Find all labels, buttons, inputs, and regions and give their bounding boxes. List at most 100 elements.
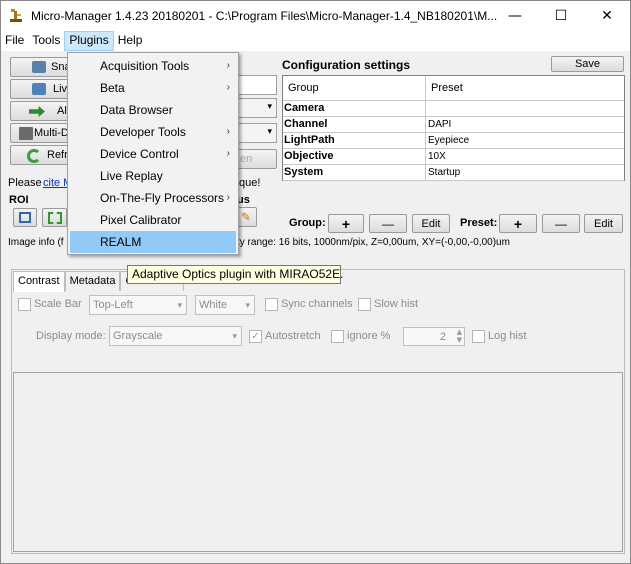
chevron-down-icon: ▾ xyxy=(267,102,272,112)
menu-tools[interactable]: Tools xyxy=(28,31,64,51)
spinner-arrows-icon[interactable]: ▲ ▼ xyxy=(457,328,462,344)
group-cell: Camera xyxy=(283,101,426,116)
preset-cell[interactable]: Startup xyxy=(426,165,624,180)
preset-add-button[interactable]: + xyxy=(499,214,537,233)
color-value: White xyxy=(199,299,228,311)
slow-hist-checkbox[interactable] xyxy=(358,298,371,311)
menu-item-acquisition-tools[interactable]: Acquisition Tools › xyxy=(70,55,236,77)
table-row[interactable]: Channel DAPI xyxy=(283,117,624,133)
table-row[interactable]: Objective 10X xyxy=(283,149,624,165)
binning-select[interactable]: ▾ xyxy=(237,98,277,118)
tab-contrast[interactable]: Contrast xyxy=(13,271,65,292)
scale-bar-color-select[interactable]: White ▾ xyxy=(195,295,255,315)
chevron-right-icon: › xyxy=(226,60,230,71)
close-button[interactable]: ✕ xyxy=(584,1,630,31)
scale-bar-checkbox[interactable] xyxy=(18,298,31,311)
log-hist-label: Log hist xyxy=(488,330,527,342)
menu-item-developer-tools[interactable]: Developer Tools › xyxy=(70,121,236,143)
display-mode-value: Grayscale xyxy=(113,330,163,342)
menu-help[interactable]: Help xyxy=(114,31,147,51)
shutter-select[interactable]: ▾ xyxy=(237,123,277,143)
config-table-header: Group Preset xyxy=(283,76,624,101)
album-button[interactable]: Al xyxy=(10,101,70,121)
column-header-preset[interactable]: Preset xyxy=(426,76,624,100)
menu-item-label: Device Control xyxy=(100,147,179,161)
menu-bar: File Tools Plugins Help xyxy=(1,31,630,51)
camera-icon xyxy=(32,61,46,73)
preset-cell[interactable]: Eyepiece xyxy=(426,133,624,148)
preset-edit-button[interactable]: Edit xyxy=(584,214,623,233)
multi-d-button[interactable]: Multi-D xyxy=(10,123,70,143)
menu-item-on-the-fly-processors[interactable]: On-The-Fly Processors › xyxy=(70,187,236,209)
table-row[interactable]: LightPath Eyepiece xyxy=(283,133,624,149)
image-range-info: ty range: 16 bits, 1000nm/pix, Z=0,00um,… xyxy=(237,237,510,248)
live-button[interactable]: Liv xyxy=(10,79,70,99)
group-edit-button[interactable]: Edit xyxy=(412,214,450,233)
sync-channels-checkbox[interactable] xyxy=(265,298,278,311)
chevron-down-icon: ▾ xyxy=(232,331,237,341)
preset-label: Preset: xyxy=(460,217,498,229)
autostretch-label: Autostretch xyxy=(265,330,321,342)
group-label: Group: xyxy=(289,217,326,229)
preset-cell[interactable]: DAPI xyxy=(426,117,624,132)
preset-cell[interactable]: 10X xyxy=(426,149,624,164)
open-button[interactable]: en xyxy=(237,149,277,169)
exposure-field[interactable] xyxy=(237,75,277,95)
menu-item-live-replay[interactable]: Live Replay xyxy=(70,165,236,187)
group-remove-button[interactable]: — xyxy=(369,214,407,233)
maximize-button[interactable]: ☐ xyxy=(538,1,584,31)
config-title: Configuration settings xyxy=(282,58,410,72)
menu-item-data-browser[interactable]: Data Browser xyxy=(70,99,236,121)
chevron-down-icon: ▾ xyxy=(267,127,272,137)
preset-remove-button[interactable]: — xyxy=(542,214,580,233)
menu-item-label: Data Browser xyxy=(100,103,173,117)
sync-channels-label: Sync channels xyxy=(281,298,353,310)
image-info-label: Image info (f xyxy=(8,237,64,248)
menu-item-device-control[interactable]: Device Control › xyxy=(70,143,236,165)
autostretch-checkbox[interactable]: ✓ xyxy=(249,330,262,343)
menu-file[interactable]: File xyxy=(1,31,28,51)
menu-item-label: REALM xyxy=(100,235,142,249)
column-header-group[interactable]: Group xyxy=(283,76,426,100)
roi-set-button[interactable] xyxy=(13,208,37,227)
preset-cell[interactable] xyxy=(426,101,624,116)
arrow-right-icon xyxy=(29,106,45,117)
group-add-button[interactable]: + xyxy=(328,214,364,233)
refresh-button[interactable]: Refr xyxy=(10,145,70,165)
multi-d-label: Multi-D xyxy=(34,127,69,139)
refresh-icon xyxy=(27,149,41,163)
wrench-icon: ✎ xyxy=(240,210,252,224)
ignore-percent-spinner[interactable]: 2 ▲ ▼ xyxy=(403,327,465,346)
menu-plugins[interactable]: Plugins xyxy=(64,31,114,51)
title-bar: Micro-Manager 1.4.23 20180201 - C:\Progr… xyxy=(1,1,630,31)
config-save-button[interactable]: Save xyxy=(551,56,624,72)
table-row[interactable]: System Startup xyxy=(283,165,624,181)
chevron-right-icon: › xyxy=(226,192,230,203)
ignore-percent-checkbox[interactable] xyxy=(331,330,344,343)
micro-manager-icon xyxy=(10,9,22,22)
chevron-down-icon: ▾ xyxy=(177,300,182,310)
main-window: Micro-Manager 1.4.23 20180201 - C:\Progr… xyxy=(0,0,631,564)
minimize-button[interactable]: — xyxy=(492,1,538,31)
display-mode-select[interactable]: Grayscale ▾ xyxy=(109,326,242,346)
film-icon xyxy=(19,127,33,140)
scale-bar-position-select[interactable]: Top-Left ▾ xyxy=(89,295,187,315)
roi-full-button[interactable] xyxy=(42,208,67,227)
menu-item-realm[interactable]: REALM xyxy=(70,231,236,253)
menu-item-label: Acquisition Tools xyxy=(100,59,190,73)
tab-metadata[interactable]: Metadata xyxy=(64,271,121,291)
plugins-menu: Acquisition Tools › Beta › Data Browser De… xyxy=(67,52,239,255)
roi-label: ROI xyxy=(9,194,29,206)
please-text: Please xyxy=(8,177,42,189)
window-title: Micro-Manager 1.4.23 20180201 - C:\Progr… xyxy=(31,9,498,23)
menu-item-pixel-calibrator[interactable]: Pixel Calibrator xyxy=(70,209,236,231)
chevron-right-icon: › xyxy=(226,82,230,93)
histogram-area xyxy=(13,372,623,552)
menu-item-label: Live Replay xyxy=(100,169,163,183)
menu-item-beta[interactable]: Beta › xyxy=(70,77,236,99)
snap-button[interactable]: Sna xyxy=(10,57,71,77)
table-row[interactable]: Camera xyxy=(283,101,624,117)
group-cell: LightPath xyxy=(283,133,426,148)
display-mode-label: Display mode: xyxy=(36,330,106,342)
log-hist-checkbox[interactable] xyxy=(472,330,485,343)
